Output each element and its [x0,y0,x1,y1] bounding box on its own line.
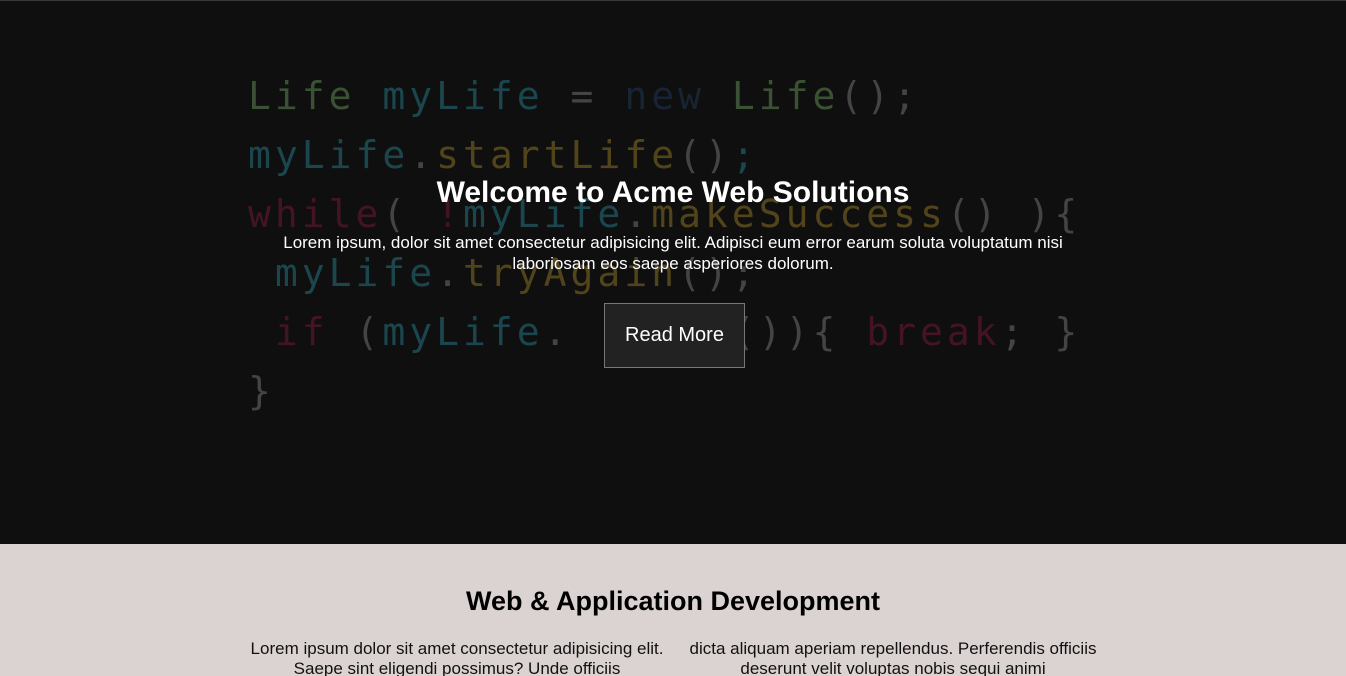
code-token: myLife [382,74,571,118]
code-token: = [570,74,625,118]
code-token: startLife [436,133,679,177]
hero-banner: Life myLife = new Life(); myLife.startLif… [0,1,1346,544]
code-token: (); [839,74,920,118]
code-token: if [248,310,356,354]
code-line: Life myLife = new Life(); [248,67,1081,126]
code-token: myLife [382,310,544,354]
code-token: Life [731,74,840,118]
code-token: . [543,310,571,354]
hero-description: Lorem ipsum, dolor sit amet consectetur … [283,233,1063,273]
code-token: () [678,133,732,177]
code-token: ()){ [731,310,867,354]
section-column-left: Lorem ipsum dolor sit amet consectetur a… [250,639,664,676]
code-token: new [624,74,732,118]
code-token: myLife [248,133,410,177]
code-line: } [248,362,1081,421]
code-token: break [866,310,1001,354]
hero-title: Welcome to Acme Web Solutions [436,176,910,209]
code-token: . [409,133,437,177]
read-more-button[interactable]: Read More [604,303,745,368]
code-token: ( [355,310,383,354]
services-section: Web & Application Development Lorem ipsu… [0,544,1346,676]
code-token: } [248,369,275,413]
section-column-right: dicta aliquam aperiam repellendus. Perfe… [689,639,1097,676]
code-token: ; [731,133,759,177]
code-token: ; } [1000,310,1082,354]
code-token: Life [248,74,383,118]
section-title: Web & Application Development [465,586,881,616]
